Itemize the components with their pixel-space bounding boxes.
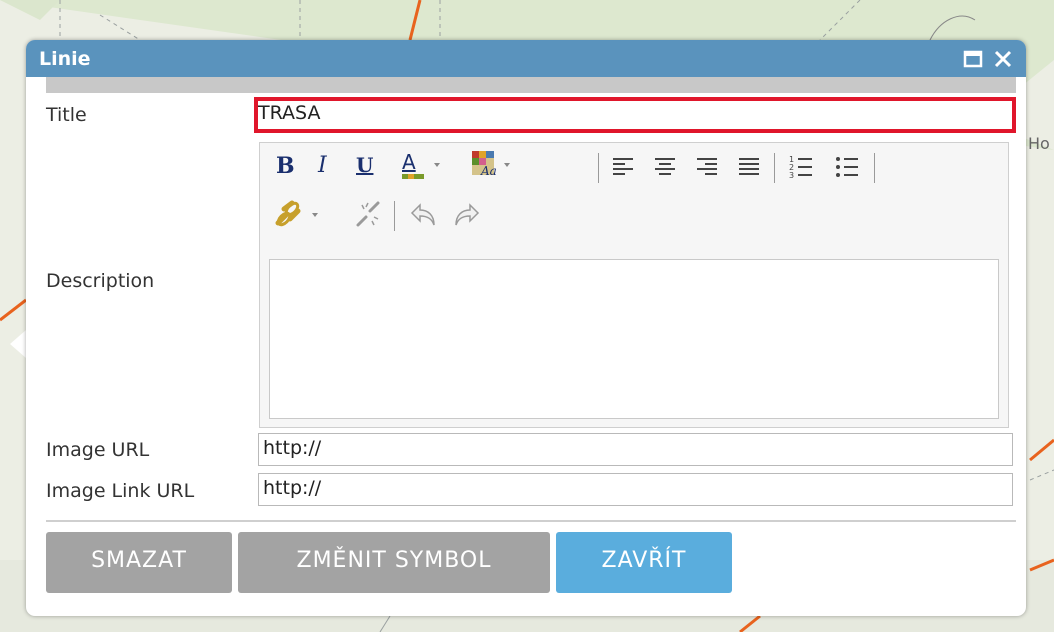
link-icon[interactable] — [272, 199, 328, 233]
divider — [46, 520, 1016, 522]
map-label: Ho — [1028, 134, 1050, 153]
close-button[interactable]: ZAVŘÍT — [556, 532, 732, 593]
align-right-icon[interactable] — [694, 153, 720, 183]
redo-icon[interactable] — [452, 201, 482, 233]
rich-text-editor: B I U A Aa 1 2 3 — [259, 142, 1009, 428]
toolbar-separator — [774, 153, 775, 183]
font-color-icon[interactable]: A — [400, 147, 460, 181]
popup-title: Linie — [39, 48, 91, 70]
description-textarea[interactable] — [269, 259, 999, 419]
title-input[interactable]: TRASA — [254, 97, 1016, 133]
popup-pointer — [10, 330, 26, 358]
align-left-icon[interactable] — [610, 153, 636, 183]
toolbar-separator — [394, 201, 395, 231]
unlink-icon[interactable] — [354, 199, 384, 233]
close-icon[interactable] — [992, 48, 1014, 70]
toolbar-separator — [598, 153, 599, 183]
title-label: Title — [46, 104, 87, 126]
description-label: Description — [46, 270, 155, 292]
image-url-value: http:// — [263, 437, 322, 459]
undo-icon[interactable] — [408, 201, 438, 233]
italic-icon[interactable]: I — [318, 153, 327, 178]
underline-icon[interactable]: U — [356, 153, 373, 177]
image-link-url-value: http:// — [263, 477, 322, 499]
align-center-icon[interactable] — [652, 153, 678, 183]
maximize-icon[interactable] — [962, 48, 984, 70]
delete-button[interactable]: SMAZAT — [46, 532, 232, 593]
popup-header-bar — [46, 77, 1016, 93]
change-symbol-button[interactable]: ZMĚNIT SYMBOL — [238, 532, 550, 593]
toolbar-separator — [874, 153, 875, 183]
highlight-color-icon[interactable]: Aa — [468, 147, 528, 181]
svg-text:3: 3 — [789, 171, 794, 180]
edit-popup: Linie Title TRASA Description B I U A Aa… — [26, 40, 1026, 616]
justify-icon[interactable] — [736, 153, 762, 183]
popup-titlebar[interactable]: Linie — [26, 40, 1026, 77]
image-url-input[interactable]: http:// — [258, 433, 1013, 466]
image-link-url-label: Image Link URL — [46, 480, 195, 502]
svg-text:A: A — [402, 150, 416, 174]
bold-icon[interactable]: B — [276, 153, 295, 179]
bulleted-list-icon[interactable] — [834, 153, 860, 185]
numbered-list-icon[interactable]: 123 — [788, 153, 814, 185]
svg-text:Aa: Aa — [480, 164, 497, 178]
title-input-value: TRASA — [258, 102, 321, 124]
image-url-label: Image URL — [46, 439, 150, 461]
image-link-url-input[interactable]: http:// — [258, 473, 1013, 506]
